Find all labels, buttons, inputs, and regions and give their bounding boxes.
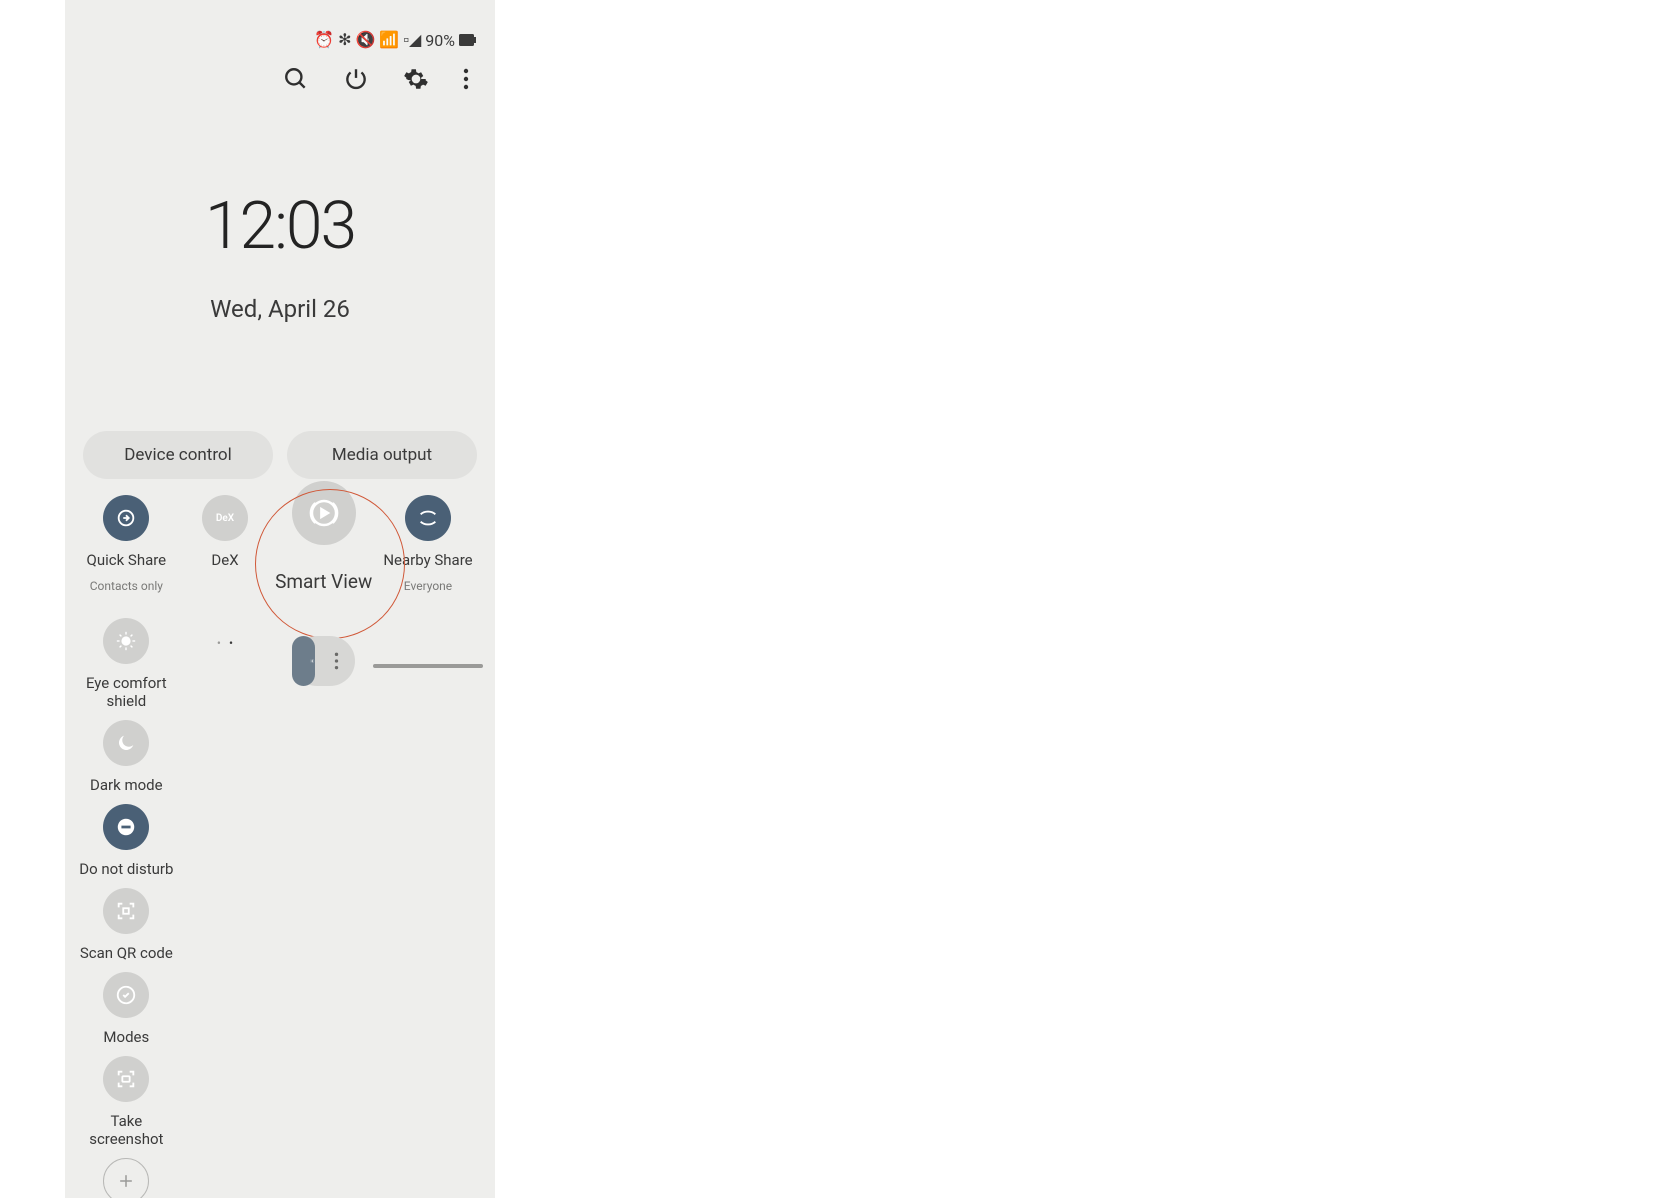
settings-gear-icon[interactable]: [403, 66, 429, 92]
notification-date: Wed, April 26: [65, 295, 495, 323]
clock-area: 12:03 Wed, April 26: [65, 188, 495, 323]
page-indicator: ••: [176, 636, 275, 1198]
quick-settings-screen: ⏰ ✻ 🔇 📶 ▫◢ 90% 12:03 Wed, April 26 Devic…: [65, 0, 495, 1198]
device-control-button[interactable]: Device control: [83, 431, 273, 479]
status-bar: ⏰ ✻ 🔇 📶 ▫◢ 90%: [65, 0, 495, 50]
quick-share-toggle[interactable]: Quick Share Contacts only: [77, 495, 176, 594]
search-icon[interactable]: [283, 66, 309, 92]
status-icons-right: ⏰ ✻ 🔇 📶 ▫◢: [314, 30, 421, 50]
modes-toggle[interactable]: Modes: [103, 972, 149, 1046]
brightness-more-icon[interactable]: [334, 650, 339, 672]
more-vert-icon[interactable]: [463, 66, 469, 92]
dnd-toggle[interactable]: Do not disturb: [79, 804, 173, 878]
quick-settings-top-row: [65, 50, 495, 102]
dex-toggle[interactable]: DeX DeX: [176, 495, 275, 594]
brightness-icon: [310, 650, 315, 672]
power-icon[interactable]: [343, 66, 369, 92]
screenshot-toggle[interactable]: Take screenshot: [77, 1056, 176, 1148]
smart-view-toggle[interactable]: Smart View: [274, 481, 373, 594]
brightness-slider[interactable]: [292, 636, 355, 686]
battery-icon: [459, 34, 477, 46]
media-output-button[interactable]: Media output: [287, 431, 477, 479]
dark-mode-toggle[interactable]: Dark mode: [90, 720, 163, 794]
add-toggle[interactable]: [103, 1158, 149, 1198]
scan-qr-toggle[interactable]: Scan QR code: [80, 888, 173, 962]
eye-comfort-toggle[interactable]: Eye comfort shield Dark mode Do not dist…: [77, 618, 176, 1198]
home-indicator[interactable]: [373, 664, 483, 668]
smart-view-icon[interactable]: [292, 481, 356, 545]
notification-time: 12:03: [65, 188, 495, 265]
battery-percent: 90%: [425, 31, 455, 50]
nearby-share-toggle[interactable]: Nearby Share Everyone: [373, 495, 483, 594]
